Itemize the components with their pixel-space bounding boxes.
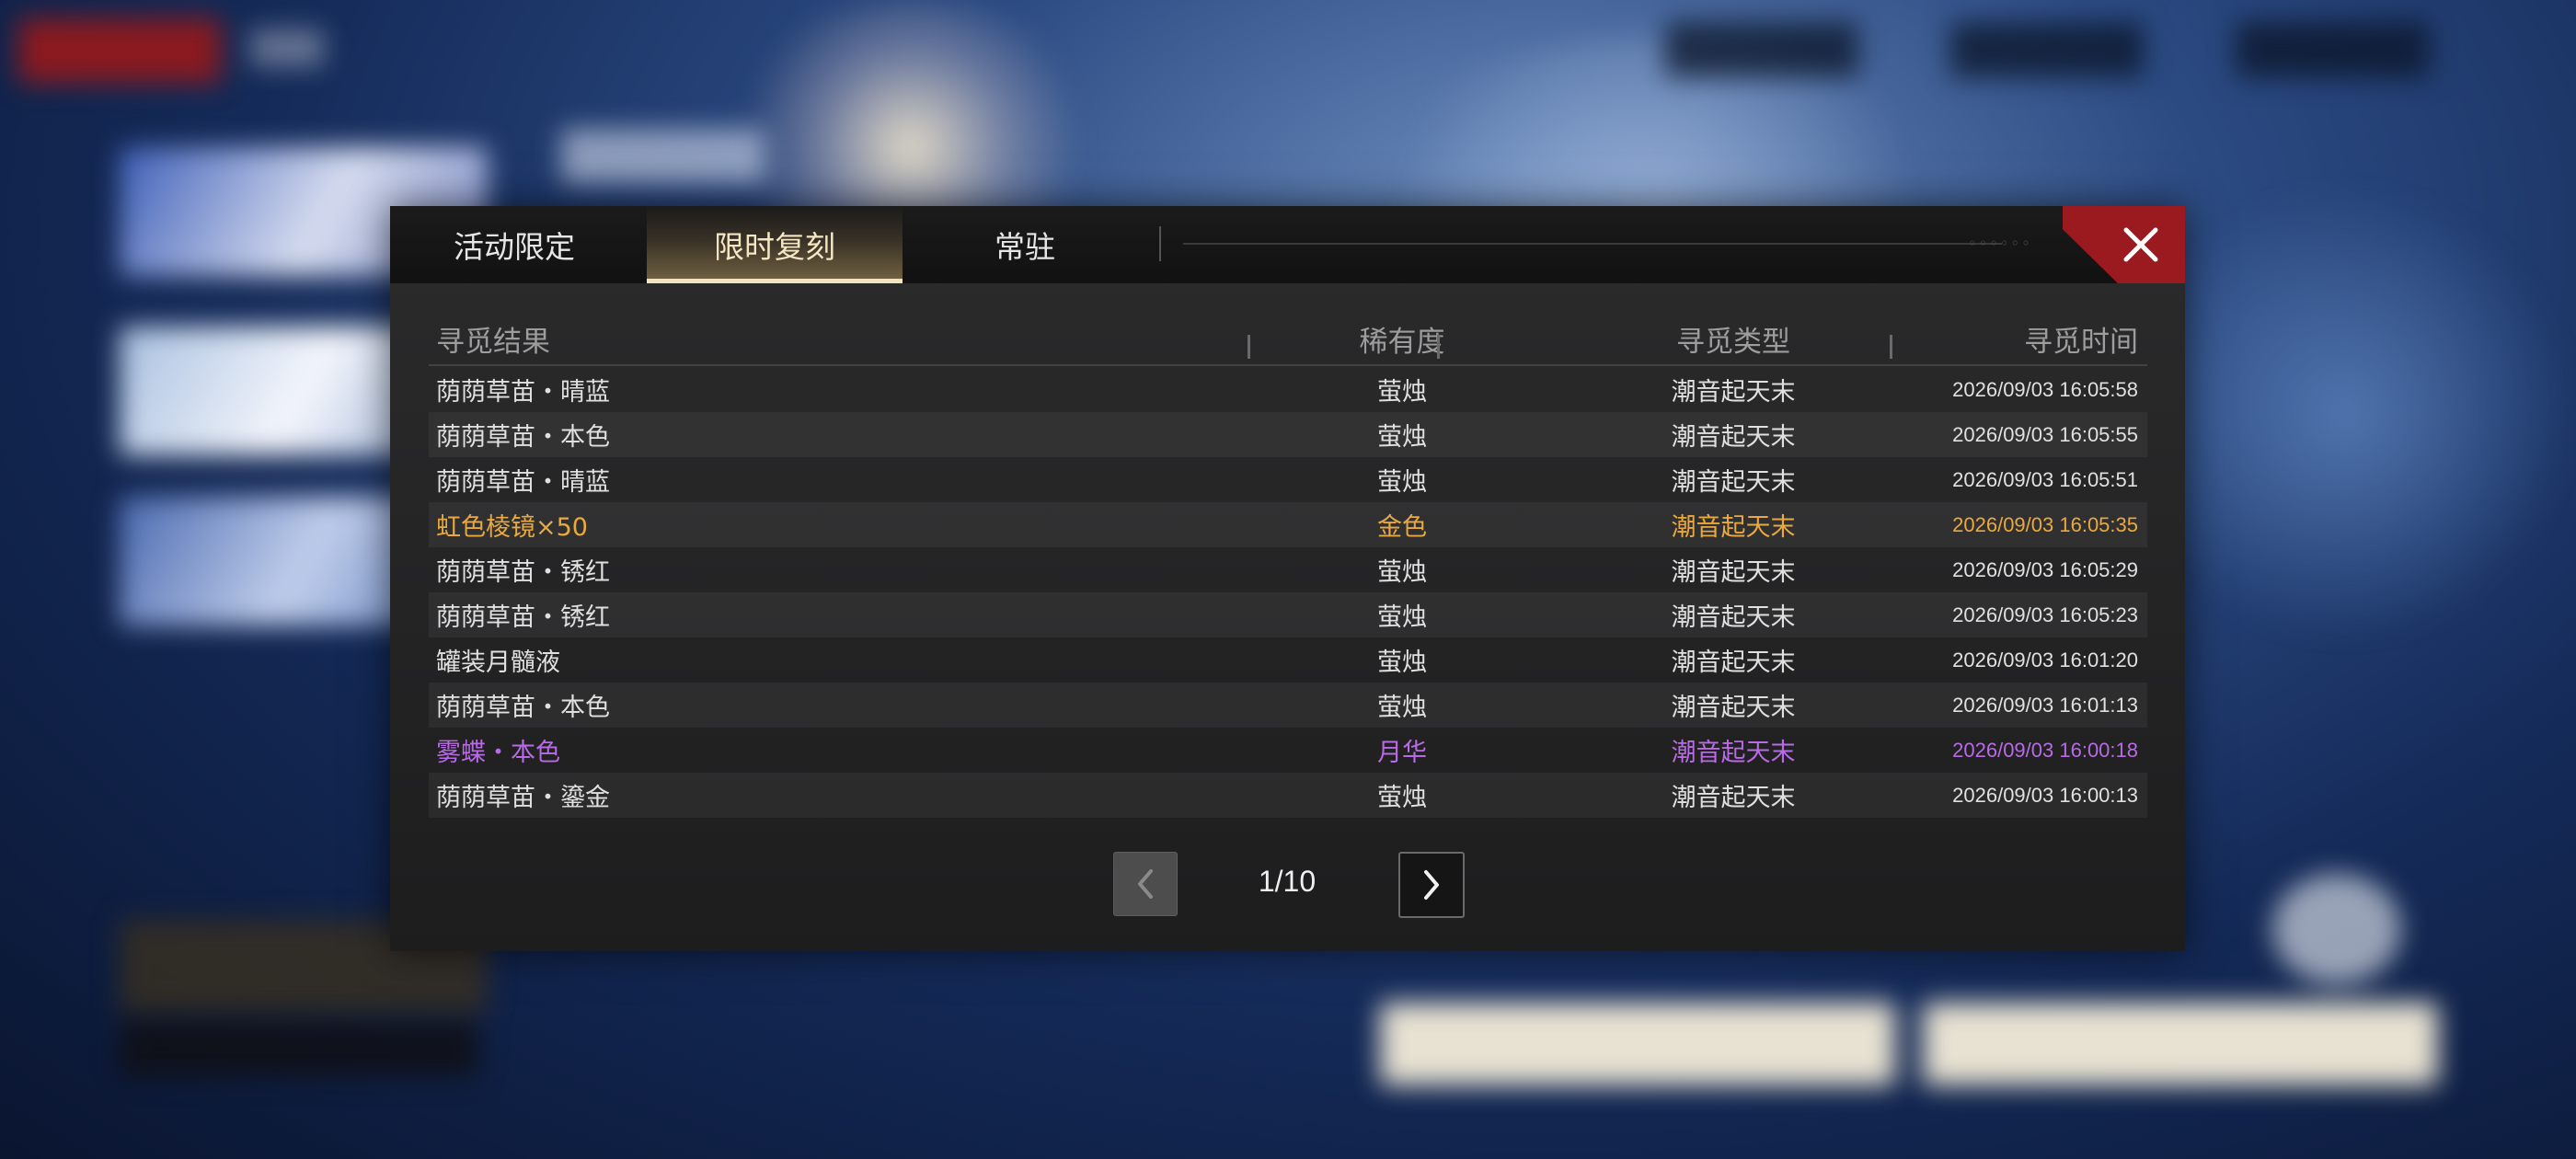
table-body: 荫荫草苗・晴蓝 萤烛 潮音起天末 2026/09/03 16:05:58 荫荫草…: [429, 367, 2147, 818]
table-row: 荫荫草苗・鎏金 萤烛 潮音起天末 2026/09/03 16:00:13: [429, 773, 2147, 818]
background-button: [1380, 1003, 1895, 1085]
cell-result: 荫荫草苗・晴蓝: [436, 378, 610, 407]
table-row: 荫荫草苗・锈红 萤烛 潮音起天末 2026/09/03 16:05:23: [429, 592, 2147, 637]
background-panel: [120, 1021, 478, 1076]
tab-bar: 活动限定 限时复刻 常驻 ◦◦◦◦◦◦: [390, 206, 2185, 283]
tab-event-limited[interactable]: 活动限定: [418, 206, 611, 283]
header-separator: [1437, 335, 1440, 359]
table-row: 荫荫草苗・本色 萤烛 潮音起天末 2026/09/03 16:01:13: [429, 683, 2147, 728]
cell-time: 2026/09/03 16:05:29: [1952, 557, 2138, 581]
cell-rarity: 萤烛: [1377, 423, 1427, 452]
cell-rarity: 萤烛: [1377, 468, 1427, 497]
cell-result: 虹色棱镜×50: [436, 513, 588, 542]
background-title: [561, 129, 764, 184]
cell-time: 2026/09/03 16:00:13: [1952, 783, 2138, 807]
background-resource-bar: [1665, 22, 1858, 77]
cell-type: 潮音起天末: [1671, 378, 1796, 407]
cell-rarity: 萤烛: [1377, 603, 1427, 632]
cell-result: 荫荫草苗・晴蓝: [436, 468, 610, 497]
cell-result: 荫荫草苗・本色: [436, 694, 610, 722]
background-glow: [2116, 184, 2576, 644]
cell-result: 雾蝶・本色: [436, 739, 560, 767]
cell-time: 2026/09/03 16:05:58: [1952, 377, 2138, 401]
tab-limited-rerun[interactable]: 限时复刻: [647, 206, 903, 283]
cell-rarity: 萤烛: [1377, 694, 1427, 722]
cell-result: 荫荫草苗・本色: [436, 423, 610, 452]
background-resource-bar: [2236, 22, 2429, 77]
background-resource-bar: [1950, 22, 2144, 77]
tab-decor-line: [1183, 243, 2002, 245]
tab-standard[interactable]: 常驻: [933, 206, 1117, 283]
page-indicator: 1/10: [1258, 865, 1317, 898]
table-row: 荫荫草苗・晴蓝 萤烛 潮音起天末 2026/09/03 16:05:58: [429, 367, 2147, 412]
cell-type: 潮音起天末: [1671, 423, 1796, 452]
cell-type: 潮音起天末: [1671, 648, 1796, 677]
cell-time: 2026/09/03 16:05:51: [1952, 467, 2138, 491]
decor-glyphs: ◦◦◦◦◦◦: [1968, 235, 2032, 252]
header-separator: [1890, 335, 1892, 359]
table-row: 雾蝶・本色 月华 潮音起天末 2026/09/03 16:00:18: [429, 728, 2147, 773]
cell-rarity: 萤烛: [1377, 784, 1427, 812]
table-row: 荫荫草苗・锈红 萤烛 潮音起天末 2026/09/03 16:05:29: [429, 547, 2147, 592]
cell-type: 潮音起天末: [1671, 694, 1796, 722]
close-button[interactable]: [2063, 206, 2185, 283]
header-time: 寻觅时间: [2024, 326, 2138, 359]
cell-time: 2026/09/03 16:05:35: [1952, 512, 2138, 536]
cell-time: 2026/09/03 16:01:13: [1952, 693, 2138, 717]
cell-rarity: 萤烛: [1377, 558, 1427, 587]
history-dialog: 活动限定 限时复刻 常驻 ◦◦◦◦◦◦ 寻觅结果 稀有度 寻觅类型 寻觅时间 荫…: [390, 206, 2185, 951]
background-header-text: [250, 29, 324, 66]
cell-rarity: 月华: [1377, 739, 1427, 767]
next-page-button[interactable]: [1398, 852, 1465, 918]
close-icon: [2123, 227, 2158, 262]
chevron-right-icon: [1424, 870, 1439, 900]
cell-time: 2026/09/03 16:01:20: [1952, 648, 2138, 671]
table-row: 荫荫草苗・晴蓝 萤烛 潮音起天末 2026/09/03 16:05:51: [429, 457, 2147, 502]
cell-rarity: 金色: [1377, 513, 1427, 542]
cell-rarity: 萤烛: [1377, 378, 1427, 407]
background-orb: [2272, 874, 2401, 984]
cell-rarity: 萤烛: [1377, 648, 1427, 677]
header-rarity: 稀有度: [1359, 326, 1445, 359]
header-type: 寻觅类型: [1676, 326, 1790, 359]
table-row: 罐装月髓液 萤烛 潮音起天末 2026/09/03 16:01:20: [429, 637, 2147, 683]
previous-page-button[interactable]: [1113, 852, 1178, 916]
cell-result: 荫荫草苗・锈红: [436, 603, 610, 632]
table-row: 虹色棱镜×50 金色 潮音起天末 2026/09/03 16:05:35: [429, 502, 2147, 547]
chevron-left-icon: [1138, 869, 1153, 899]
table-row: 荫荫草苗・本色 萤烛 潮音起天末 2026/09/03 16:05:55: [429, 412, 2147, 457]
cell-type: 潮音起天末: [1671, 513, 1796, 542]
cell-type: 潮音起天末: [1671, 739, 1796, 767]
background-back-button: [18, 18, 221, 83]
header-separator: [1248, 335, 1250, 359]
cell-result: 荫荫草苗・锈红: [436, 558, 610, 587]
cell-result: 罐装月髓液: [436, 648, 560, 677]
cell-time: 2026/09/03 16:05:23: [1952, 602, 2138, 626]
header-result: 寻觅结果: [436, 326, 550, 359]
cell-type: 潮音起天末: [1671, 468, 1796, 497]
cell-type: 潮音起天末: [1671, 558, 1796, 587]
cell-result: 荫荫草苗・鎏金: [436, 784, 610, 812]
tab-divider: [1159, 226, 1161, 261]
cell-type: 潮音起天末: [1671, 784, 1796, 812]
cell-time: 2026/09/03 16:05:55: [1952, 422, 2138, 446]
cell-type: 潮音起天末: [1671, 603, 1796, 632]
cell-time: 2026/09/03 16:00:18: [1952, 738, 2138, 762]
background-button: [1923, 1003, 2438, 1085]
